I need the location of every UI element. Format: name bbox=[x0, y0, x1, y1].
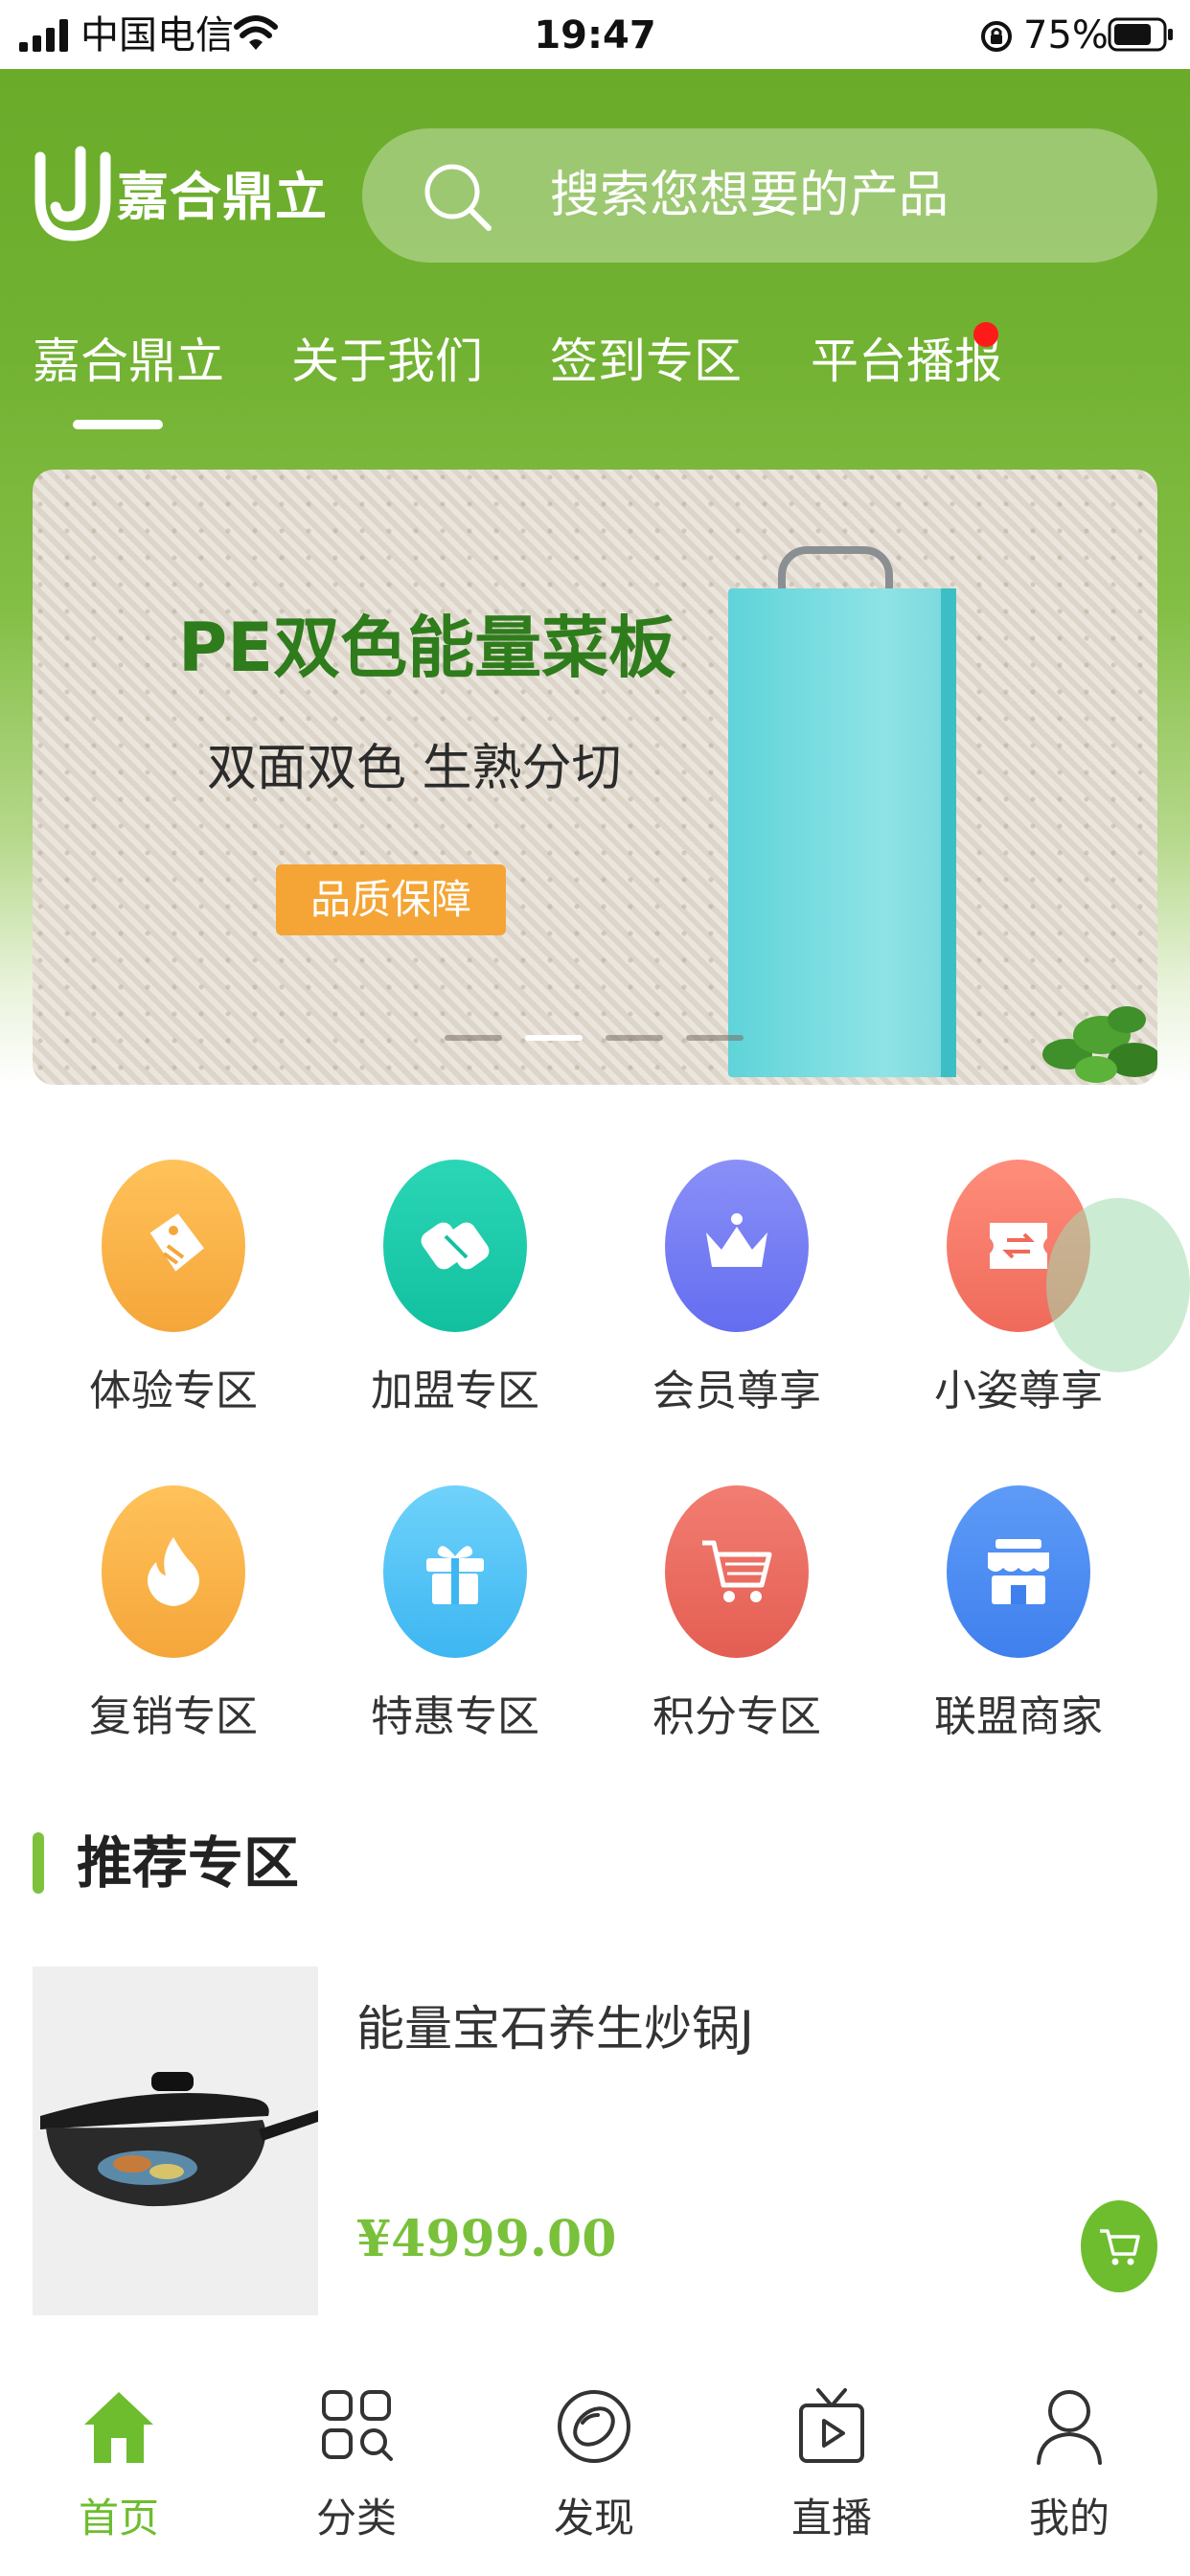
wok-pan-image bbox=[40, 2072, 318, 2207]
category-member[interactable]: 会员尊享 bbox=[627, 1160, 847, 1447]
franchise-icon bbox=[421, 1222, 490, 1270]
search-icon bbox=[424, 164, 492, 231]
rotation-lock-icon bbox=[981, 21, 1012, 52]
category-icon-bg bbox=[102, 1160, 245, 1332]
battery-percent: 75% bbox=[1023, 13, 1109, 58]
status-bar: 中国电信 19:47 75% bbox=[0, 0, 1190, 69]
category-icon-bg bbox=[665, 1160, 809, 1332]
active-tab-indicator bbox=[73, 420, 163, 429]
category-alliance-merchants[interactable]: 联盟商家 bbox=[908, 1485, 1129, 1773]
gift-icon bbox=[426, 1546, 484, 1604]
tabbar-label: 我的 bbox=[1028, 2495, 1110, 2542]
brand-logo[interactable]: 嘉合鼎立 bbox=[34, 144, 327, 249]
cart-icon bbox=[1100, 2229, 1140, 2266]
product-price: ¥4999.00 bbox=[356, 2210, 617, 2268]
category-icon-bg bbox=[665, 1485, 809, 1658]
tabbar-label: 首页 bbox=[78, 2495, 159, 2542]
carousel-dots bbox=[445, 1035, 790, 1043]
carousel-dot[interactable] bbox=[606, 1035, 663, 1041]
category-points[interactable]: 积分专区 bbox=[627, 1485, 847, 1773]
tag-icon bbox=[149, 1213, 204, 1272]
category-label: 小姿尊享 bbox=[934, 1367, 1103, 1415]
notification-dot bbox=[973, 322, 998, 347]
banner-subtitle: 双面双色 生熟分切 bbox=[207, 740, 622, 797]
cutting-board-edge bbox=[941, 588, 956, 1077]
category-label: 积分专区 bbox=[652, 1692, 821, 1741]
category-icon-bg bbox=[383, 1160, 527, 1332]
tab-jiahe[interactable]: 嘉合鼎立 bbox=[33, 328, 224, 395]
tabbar-live[interactable]: 直播 bbox=[736, 2338, 927, 2576]
live-tv-icon bbox=[799, 2388, 864, 2463]
tab-checkin[interactable]: 签到专区 bbox=[550, 328, 742, 395]
product-name[interactable]: 能量宝石养生炒锅J bbox=[356, 1995, 754, 2062]
section-accent-bar bbox=[33, 1832, 44, 1894]
tab-about-us[interactable]: 关于我们 bbox=[291, 328, 483, 395]
battery-icon bbox=[1108, 17, 1173, 52]
parsley-leaves-icon bbox=[1042, 1006, 1157, 1083]
category-icon-bg bbox=[383, 1485, 527, 1658]
banner-title: PE双色能量菜板 bbox=[178, 609, 676, 687]
search-bar[interactable]: 搜索您想要的产品 bbox=[362, 128, 1157, 263]
tabbar-discover[interactable]: 发现 bbox=[498, 2338, 690, 2576]
category-label: 联盟商家 bbox=[934, 1692, 1103, 1741]
crown-icon bbox=[706, 1213, 767, 1267]
discover-icon bbox=[558, 2390, 630, 2463]
search-input[interactable]: 搜索您想要的产品 bbox=[550, 165, 949, 226]
category-experience[interactable]: 体验专区 bbox=[63, 1160, 284, 1447]
category-label: 复销专区 bbox=[89, 1692, 258, 1741]
carousel-dot[interactable] bbox=[445, 1035, 502, 1041]
category-label: 加盟专区 bbox=[371, 1367, 539, 1415]
category-grid-icon bbox=[322, 2390, 393, 2461]
bottom-tab-bar: 首页 分类 发现 直播 我的 bbox=[0, 2338, 1190, 2576]
flame-icon bbox=[148, 1537, 199, 1606]
store-icon bbox=[988, 1539, 1049, 1604]
section-title: 推荐专区 bbox=[77, 1830, 300, 1896]
tabbar-profile[interactable]: 我的 bbox=[973, 2338, 1165, 2576]
tabbar-home[interactable]: 首页 bbox=[23, 2338, 215, 2576]
shopping-cart-icon bbox=[702, 1540, 772, 1602]
top-tabs: 嘉合鼎立 关于我们 签到专区 平台播报 bbox=[0, 316, 1190, 441]
product-card[interactable]: 能量宝石养生炒锅J ¥4999.00 bbox=[33, 1966, 1157, 2315]
carousel-dot-active[interactable] bbox=[525, 1035, 583, 1041]
category-franchise[interactable]: 加盟专区 bbox=[345, 1160, 565, 1447]
category-special-offer[interactable]: 特惠专区 bbox=[345, 1485, 565, 1773]
floating-assistive-button[interactable] bbox=[1046, 1198, 1190, 1372]
cutting-board-image bbox=[728, 588, 952, 1077]
category-resale[interactable]: 复销专区 bbox=[63, 1485, 284, 1773]
category-icon-bg bbox=[947, 1485, 1090, 1658]
promo-banner[interactable]: PE双色能量菜板 双面双色 生熟分切 品质保障 bbox=[33, 470, 1157, 1085]
category-label: 体验专区 bbox=[89, 1367, 258, 1415]
product-image[interactable] bbox=[33, 1966, 318, 2315]
ticket-exchange-icon bbox=[990, 1223, 1047, 1269]
category-label: 会员尊享 bbox=[652, 1367, 821, 1415]
category-label: 特惠专区 bbox=[371, 1692, 539, 1741]
home-icon bbox=[84, 2392, 153, 2463]
category-icon-bg bbox=[102, 1485, 245, 1658]
logo-mark-icon bbox=[34, 146, 111, 242]
carousel-dot[interactable] bbox=[686, 1035, 744, 1041]
banner-badge: 品质保障 bbox=[276, 864, 506, 935]
add-to-cart-button[interactable] bbox=[1081, 2200, 1157, 2292]
tabbar-label: 分类 bbox=[315, 2495, 397, 2542]
tabbar-label: 发现 bbox=[553, 2495, 634, 2542]
tabbar-category[interactable]: 分类 bbox=[261, 2338, 452, 2576]
logo-text: 嘉合鼎立 bbox=[117, 167, 328, 227]
tabbar-label: 直播 bbox=[790, 2495, 872, 2542]
profile-icon bbox=[1037, 2390, 1102, 2465]
